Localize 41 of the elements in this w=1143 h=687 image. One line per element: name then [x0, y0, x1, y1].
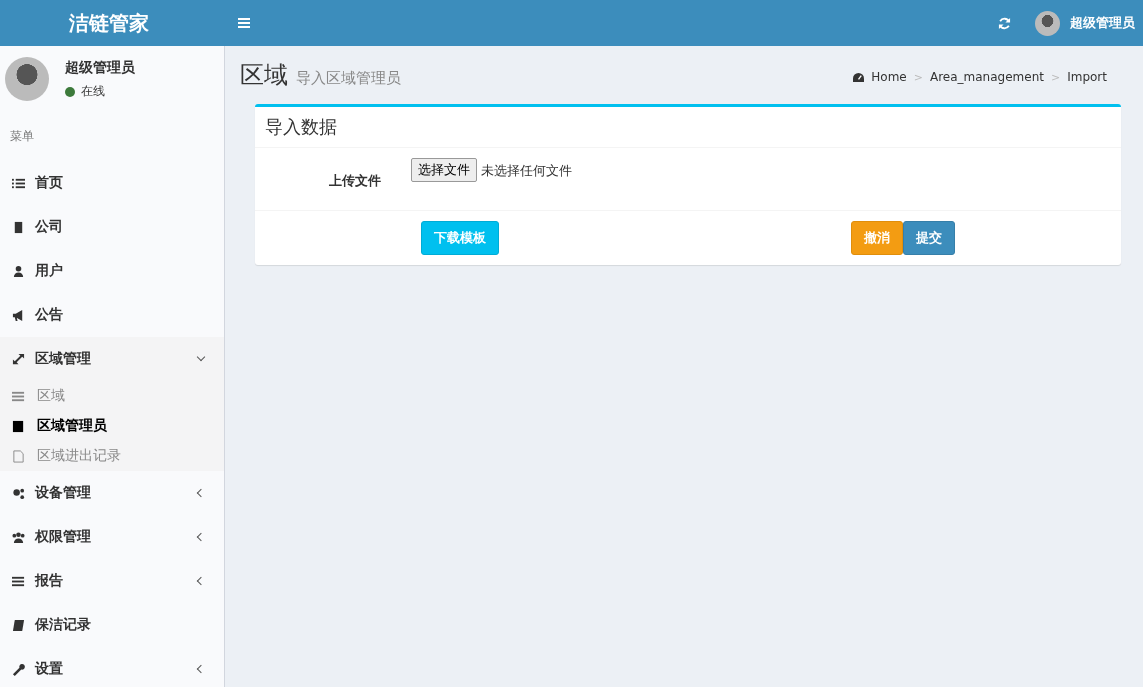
app-logo[interactable]: 洁链管家 — [0, 9, 218, 37]
expand-arrows-icon — [12, 352, 25, 366]
menu-item[interactable]: 用户 — [0, 249, 224, 293]
submit-button[interactable]: 提交 — [903, 221, 955, 255]
refresh-icon[interactable] — [998, 16, 1011, 30]
status-text: 在线 — [81, 83, 105, 100]
menu-item[interactable]: 首页 — [0, 161, 224, 205]
breadcrumb-link[interactable]: Area_management — [929, 70, 1044, 84]
user-name[interactable]: 超级管理员 — [1070, 14, 1135, 32]
menu-icon[interactable] — [238, 18, 250, 28]
breadcrumb-link[interactable]: Home — [871, 70, 907, 84]
menu-item[interactable]: 权限管理 — [0, 515, 224, 559]
avatar-icon — [5, 57, 49, 101]
bars-icon — [12, 389, 25, 403]
megaphone-icon — [12, 308, 25, 322]
avatar-icon[interactable] — [1035, 10, 1060, 36]
submenu-item[interactable]: 区域管理员 — [0, 411, 224, 441]
menu-header: 菜单 — [9, 128, 35, 145]
breadcrumb-separator: > — [913, 70, 923, 84]
field-label: 上传文件 — [328, 172, 381, 190]
menu-item[interactable]: 公司 — [0, 205, 224, 249]
menu-item[interactable]: 报告 — [0, 559, 224, 603]
bars-icon — [12, 574, 25, 588]
document-icon — [12, 449, 25, 463]
menu-item[interactable]: 设备管理 — [0, 471, 224, 515]
page-title: 区域 — [240, 60, 288, 91]
menu-item[interactable]: 公告 — [0, 293, 224, 337]
menu-item[interactable]: 保洁记录 — [0, 603, 224, 647]
wrench-icon — [12, 662, 25, 676]
user-icon — [12, 264, 25, 278]
menu-item[interactable]: 设置 — [0, 647, 224, 687]
file-status: 未选择任何文件 — [481, 162, 572, 180]
choose-file-button[interactable]: 选择文件 — [411, 158, 477, 182]
dashboard-icon — [852, 71, 866, 83]
card-title: 导入数据 — [255, 107, 1121, 148]
user-name: 超级管理员 — [65, 59, 135, 77]
list-icon — [12, 176, 25, 190]
page-subtitle: 导入区域管理员 — [296, 68, 401, 88]
users-icon — [12, 530, 25, 544]
breadcrumb-separator: > — [1050, 70, 1061, 84]
menu-item[interactable]: 区域管理 — [0, 337, 224, 381]
